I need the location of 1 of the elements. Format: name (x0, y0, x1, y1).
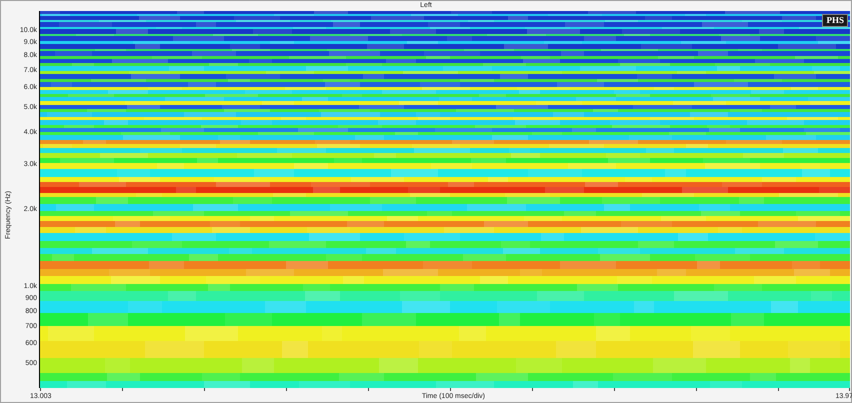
logo-badge: PHS (822, 14, 848, 27)
